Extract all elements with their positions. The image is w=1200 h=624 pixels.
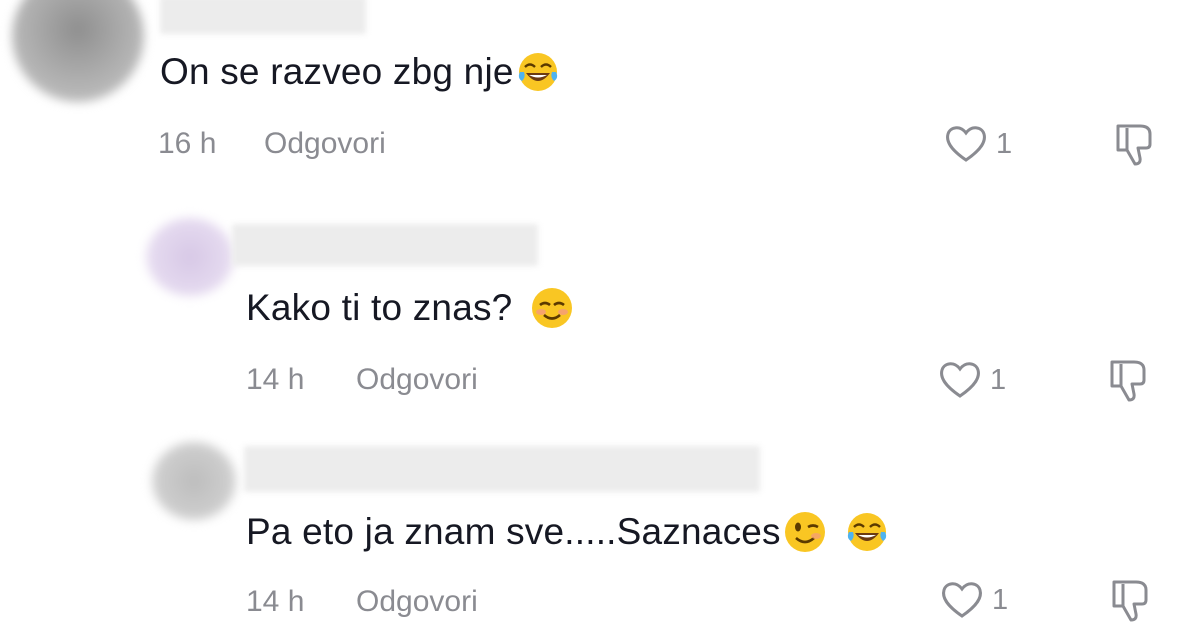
heart-icon (942, 582, 982, 618)
avatar[interactable] (146, 218, 234, 296)
reply-button[interactable]: Odgovori (356, 362, 478, 398)
thumbs-down-icon[interactable] (1104, 358, 1152, 404)
comment-timestamp: 16 h (158, 127, 217, 160)
comment-timestamp: 14 h (246, 363, 305, 396)
winking-face-icon (784, 512, 825, 552)
username-blurred[interactable] (232, 224, 538, 266)
avatar[interactable] (152, 442, 236, 520)
like-count: 1 (996, 128, 1013, 160)
thumbs-down-icon[interactable] (1110, 122, 1158, 168)
reply-button[interactable]: Odgovori (264, 126, 386, 162)
smiling-face-icon (532, 288, 573, 328)
comment-text-content: On se razveo zbg nje (160, 51, 514, 92)
comment-text: On se razveo zbg nje (160, 50, 560, 94)
reply-button[interactable]: Odgovori (356, 584, 478, 620)
username-blurred[interactable] (244, 446, 760, 492)
comment-text-content: Kako ti to znas? (246, 287, 513, 328)
comment-timestamp: 14 h (246, 585, 305, 618)
heart-icon (946, 126, 986, 162)
comment-text-content: Pa eto ja znam sve.....Saznaces (246, 511, 781, 552)
avatar[interactable] (12, 0, 144, 102)
like-count: 1 (990, 364, 1007, 396)
like-count: 1 (992, 584, 1009, 616)
heart-icon (940, 362, 980, 398)
username-blurred[interactable] (160, 0, 366, 34)
like-button[interactable]: 1 (944, 124, 1012, 164)
face-with-tears-of-joy-icon (847, 513, 886, 551)
comment-text: Pa eto ja znam sve.....Saznaces (246, 510, 889, 554)
comment-text: Kako ti to znas? (246, 286, 574, 330)
like-button[interactable]: 1 (938, 360, 1006, 400)
like-button[interactable]: 1 (940, 580, 1008, 620)
face-with-tears-of-joy-icon (518, 53, 557, 91)
thumbs-down-icon[interactable] (1106, 578, 1154, 624)
